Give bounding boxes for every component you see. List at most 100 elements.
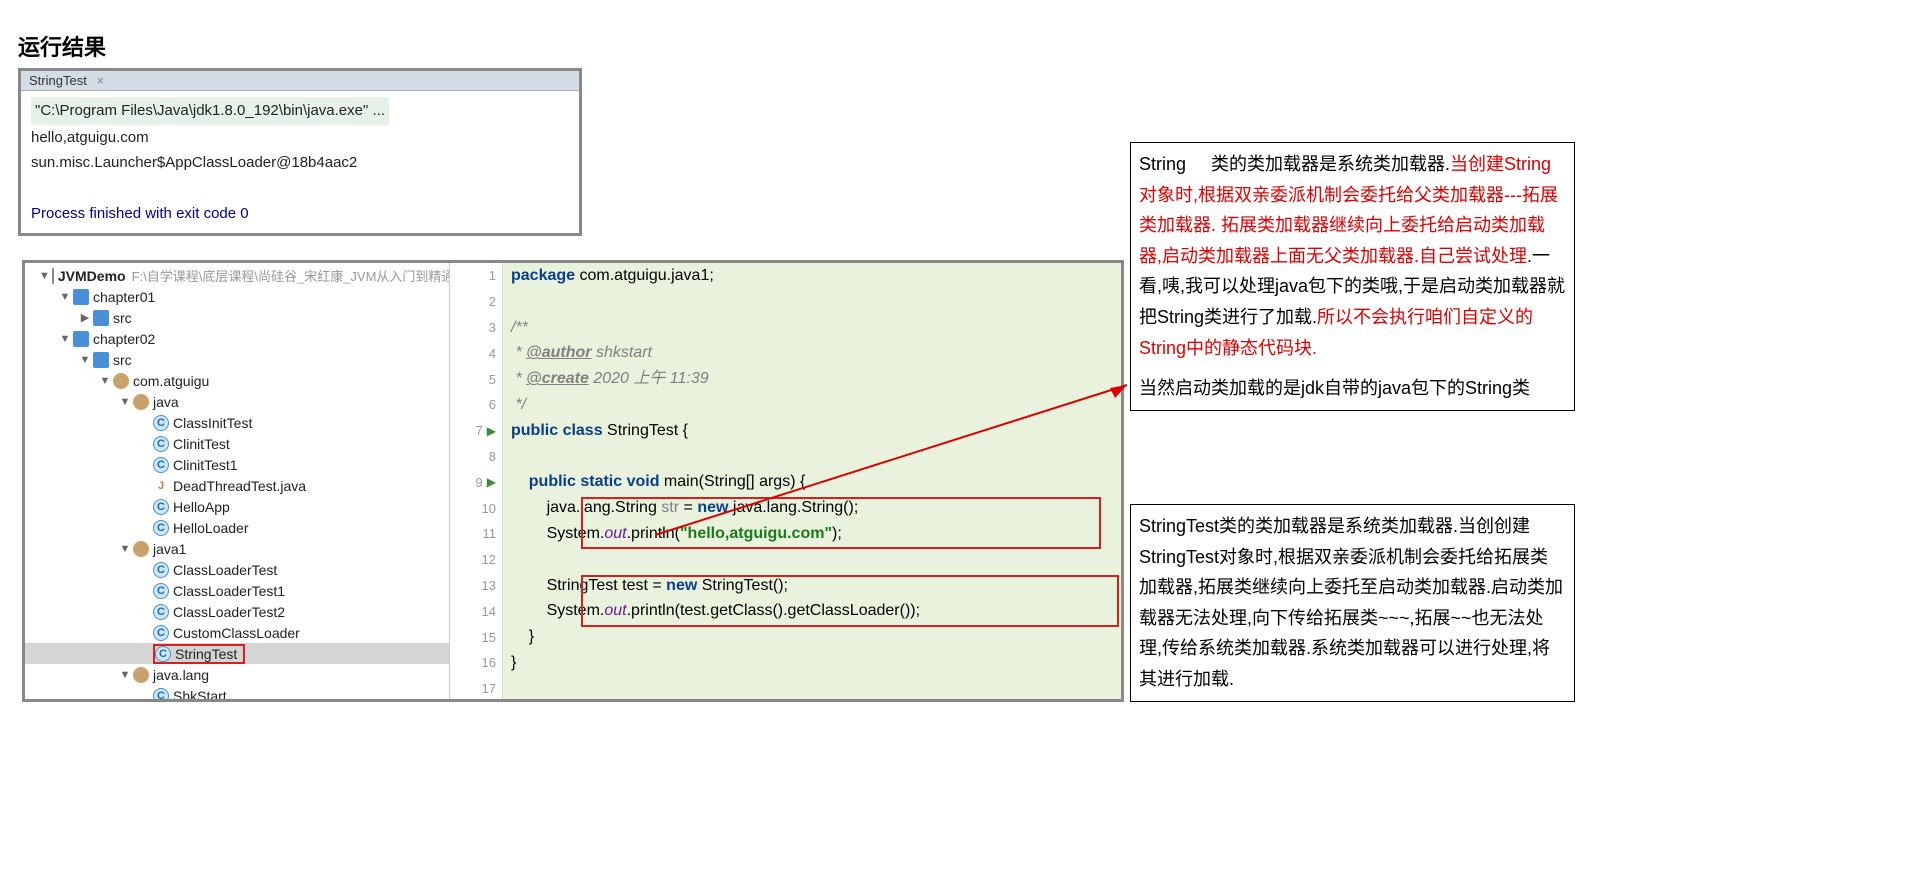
tree-item-label: ClassLoaderTest1 — [173, 583, 285, 599]
tree-item-label: ClinitTest1 — [173, 457, 238, 473]
line-number: 10 — [450, 495, 502, 521]
tree-item-label: DeadThreadTest.java — [173, 478, 306, 494]
line-number: 3 — [450, 315, 502, 341]
code-line[interactable]: public class StringTest { — [503, 418, 1121, 444]
folder-icon — [93, 310, 109, 326]
line-number: 5 — [450, 366, 502, 392]
tree-item[interactable]: CClassInitTest — [25, 412, 449, 433]
console-tab[interactable]: StringTest × — [21, 71, 579, 91]
line-number: 12 — [450, 547, 502, 573]
tree-item[interactable]: CClinitTest1 — [25, 454, 449, 475]
tree-item[interactable]: ▼ chapter01 — [25, 286, 449, 307]
line-number: 17 — [450, 676, 502, 702]
project-tree[interactable]: ▼JVMDemoF:\自学课程\底层课程\尚硅谷_宋红康_JVM从入门到精通\J… — [25, 263, 449, 699]
tree-item[interactable]: CHelloLoader — [25, 517, 449, 538]
line-number: 15 — [450, 624, 502, 650]
expand-arrow-icon[interactable]: ▼ — [79, 354, 91, 366]
line-number: 14 — [450, 598, 502, 624]
code-editor[interactable]: package com.atguigu.java1; /** * @author … — [503, 263, 1121, 699]
cls-icon: C — [153, 457, 169, 473]
cls-icon: C — [153, 583, 169, 599]
tree-item-label: src — [113, 310, 132, 326]
expand-arrow-icon[interactable]: ▼ — [119, 396, 131, 408]
code-line[interactable]: package com.atguigu.java1; — [503, 263, 1121, 289]
line-number: 13 — [450, 573, 502, 599]
tree-item[interactable]: ▼java — [25, 391, 449, 412]
expand-arrow-icon[interactable]: ▶ — [79, 311, 91, 324]
console-output: "C:\Program Files\Java\jdk1.8.0_192\bin\… — [21, 91, 579, 233]
cls-icon: C — [153, 520, 169, 536]
line-number: 11 — [450, 521, 502, 547]
tree-item[interactable]: CClinitTest — [25, 433, 449, 454]
pkg-icon — [133, 541, 149, 557]
console-cmd: "C:\Program Files\Java\jdk1.8.0_192\bin\… — [31, 97, 389, 125]
annotation-box-2: StringTest类的类加载器是系统类加载器.当创创建StringTest对象… — [1130, 504, 1575, 702]
cls-icon: C — [153, 436, 169, 452]
code-line[interactable]: /** — [503, 315, 1121, 341]
run-gutter-icon[interactable]: ▶ — [487, 424, 496, 438]
jfile-icon — [153, 478, 169, 494]
cls-icon: C — [153, 625, 169, 641]
editor-gutter: 1234567▶89▶1011121314151617 — [449, 263, 503, 699]
tree-item[interactable]: ▼ src — [25, 349, 449, 370]
code-line[interactable]: * @author shkstart — [503, 340, 1121, 366]
highlight-box-1 — [581, 497, 1101, 549]
code-line[interactable]: public static void main(String[] args) { — [503, 469, 1121, 495]
code-line[interactable] — [503, 676, 1121, 702]
tree-item[interactable]: ▼java1 — [25, 538, 449, 559]
tree-item-label: ClassLoaderTest2 — [173, 604, 285, 620]
tree-item[interactable]: ▼JVMDemoF:\自学课程\底层课程\尚硅谷_宋红康_JVM从入门到精通\J… — [25, 265, 449, 286]
console-line: hello,atguigu.com — [31, 125, 569, 151]
expand-arrow-icon[interactable]: ▼ — [59, 333, 71, 345]
tree-item[interactable]: C ShkStart — [25, 685, 449, 699]
tree-item-label: ClassLoaderTest — [173, 562, 277, 578]
code-line[interactable] — [503, 444, 1121, 470]
expand-arrow-icon[interactable]: ▼ — [99, 375, 111, 387]
console-line: sun.misc.Launcher$AppClassLoader@18b4aac… — [31, 150, 569, 176]
tree-item[interactable]: CHelloApp — [25, 496, 449, 517]
tree-item[interactable]: CClassLoaderTest2 — [25, 601, 449, 622]
code-line[interactable]: } — [503, 624, 1121, 650]
page-title: 运行结果 — [18, 30, 106, 62]
tree-item-label: src — [113, 352, 132, 368]
code-line[interactable]: * @create 2020 上午 11:39 — [503, 366, 1121, 392]
expand-arrow-icon[interactable]: ▼ — [119, 543, 131, 555]
tree-item-label: ShkStart — [173, 688, 227, 700]
tree-item-label: HelloApp — [173, 499, 230, 515]
pkg-icon — [113, 373, 129, 389]
expand-arrow-icon[interactable]: ▼ — [39, 270, 50, 282]
cls-icon: C — [153, 499, 169, 515]
tree-item[interactable]: ▶ src — [25, 307, 449, 328]
tree-item[interactable]: CClassLoaderTest — [25, 559, 449, 580]
expand-arrow-icon[interactable]: ▼ — [59, 291, 71, 303]
line-number: 7▶ — [450, 418, 502, 444]
line-number: 4 — [450, 340, 502, 366]
tree-item[interactable]: ▼chapter02 — [25, 328, 449, 349]
code-line[interactable] — [503, 289, 1121, 315]
tree-item-label: ClinitTest — [173, 436, 230, 452]
console-tab-label: StringTest — [29, 73, 87, 88]
project-path: F:\自学课程\底层课程\尚硅谷_宋红康_JVM从入门到精通\JV — [132, 266, 449, 285]
close-icon[interactable]: × — [96, 73, 104, 88]
note1-string-label: String — [1139, 154, 1186, 174]
tree-item[interactable]: CStringTest — [25, 643, 449, 664]
code-line[interactable]: */ — [503, 392, 1121, 418]
highlight-box-2 — [581, 575, 1119, 627]
cls-icon: C — [153, 415, 169, 431]
line-number: 2 — [450, 289, 502, 315]
cls-icon: C — [153, 688, 169, 700]
expand-arrow-icon[interactable]: ▼ — [119, 669, 131, 681]
tree-item[interactable]: ▼com.atguigu — [25, 370, 449, 391]
tree-item[interactable]: DeadThreadTest.java — [25, 475, 449, 496]
tree-item[interactable]: ▼java.lang — [25, 664, 449, 685]
code-line[interactable] — [503, 547, 1121, 573]
folder-icon — [93, 352, 109, 368]
tree-item[interactable]: CCustomClassLoader — [25, 622, 449, 643]
run-gutter-icon[interactable]: ▶ — [487, 475, 496, 489]
cls-icon: C — [153, 604, 169, 620]
code-line[interactable]: } — [503, 650, 1121, 676]
tree-item[interactable]: CClassLoaderTest1 — [25, 580, 449, 601]
tree-item-label: StringTest — [175, 646, 237, 662]
tree-item-label: chapter01 — [93, 289, 155, 305]
pkg-icon — [133, 667, 149, 683]
